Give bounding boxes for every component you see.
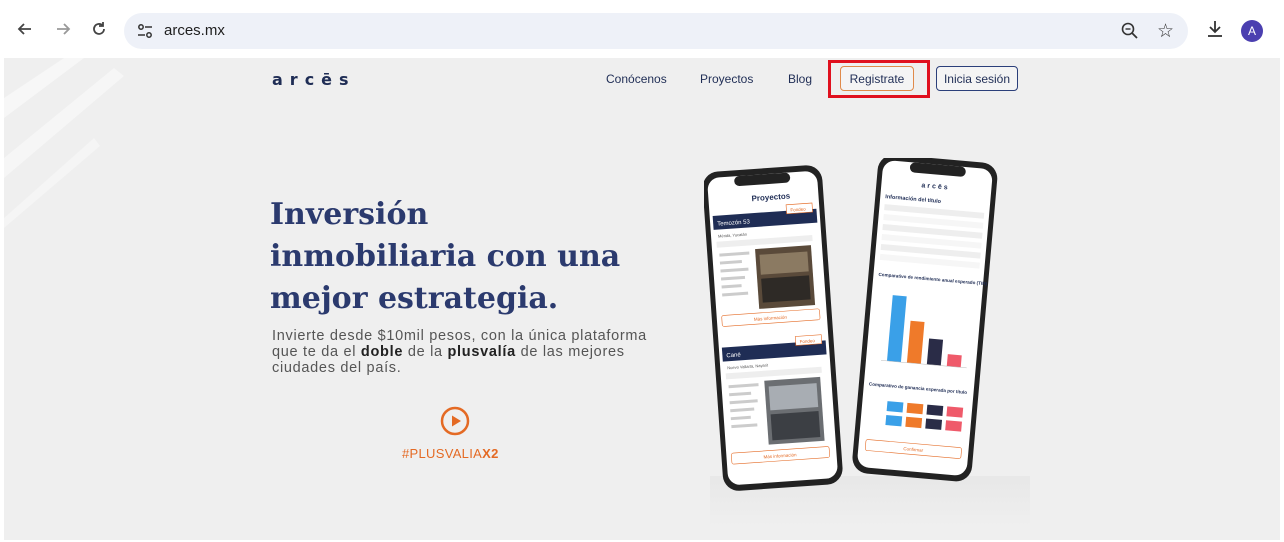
hero-title-line2: inmobiliaria con una [270,239,621,274]
hero-sub-bold1: doble [360,344,404,360]
phones-mockup: Proyectos Temozón 53 Fondeo Mérida, Yuca… [704,158,998,491]
zoom-icon[interactable] [1120,21,1140,41]
webpage: arcēs Conócenos Proyectos Blog Registrat… [4,58,1280,540]
nav-link-blog[interactable]: Blog [788,72,812,86]
reload-icon[interactable] [86,16,112,42]
phone-left: Proyectos Temozón 53 Fondeo Mérida, Yuca… [704,165,843,491]
hashtag-bold: X2 [482,446,499,461]
nav-link-proyectos[interactable]: Proyectos [700,72,753,86]
download-icon[interactable] [1204,18,1226,40]
decorative-stripes [4,58,124,228]
star-icon[interactable]: ☆ [1157,20,1174,42]
site-settings-icon[interactable] [136,22,154,40]
site-logo[interactable]: arcēs [272,70,356,89]
register-button[interactable]: Registrate [840,66,914,91]
avatar[interactable]: A [1241,20,1263,42]
plusvalia-hashtag: #PLUSVALIAX2 [402,446,499,461]
play-video-icon[interactable] [440,406,470,436]
url-text[interactable]: arces.mx [164,22,225,39]
nav-link-conocenos[interactable]: Conócenos [606,72,667,86]
hero-sub-bold2: plusvalía [447,344,516,360]
hero-subtitle: Invierte desde $10mil pesos, con la únic… [272,328,652,376]
phone-right: arcēs Información del título Comparativo… [852,158,998,482]
browser-toolbar: arces.mx ☆ A [0,0,1284,58]
hero-sub-text2: de la [403,344,448,360]
address-bar[interactable]: arces.mx ☆ [124,13,1188,49]
hero-title: Inversión inmobiliaria con una mejor est… [270,194,690,320]
hero-title-line1: Inversión [270,197,429,232]
login-button[interactable]: Inicia sesión [936,66,1018,91]
card2-title: Cané [726,352,741,359]
back-arrow-icon[interactable] [12,16,38,42]
hashtag-text: #PLUSVALIA [402,446,483,461]
hero-title-line3: mejor estrategia. [270,281,559,316]
forward-arrow-icon[interactable] [50,16,76,42]
